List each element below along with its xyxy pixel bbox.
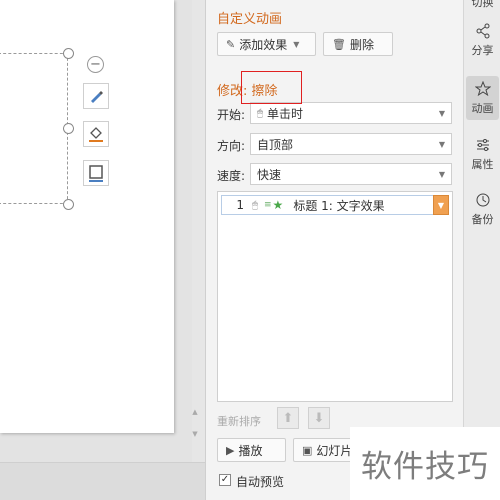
- play-icon: ▶: [226, 443, 235, 457]
- start-select[interactable]: 🖱 单击时 ▼: [250, 102, 452, 124]
- fill-color-button[interactable]: [83, 121, 109, 147]
- brush-style-button[interactable]: [83, 83, 109, 109]
- slideshow-button[interactable]: ▣ 幻灯片: [293, 438, 356, 462]
- direction-label: 方向:: [217, 139, 246, 153]
- text-effect-icon: ≡: [264, 200, 272, 210]
- collapse-minus-button[interactable]: −: [87, 56, 104, 73]
- highlight-annotation-box: [241, 71, 302, 104]
- arrow-up-icon: ⬆: [282, 410, 294, 426]
- speed-select[interactable]: 快速 ▼: [250, 163, 452, 185]
- start-label: 开始:: [217, 108, 246, 122]
- resize-handle-bottom-right[interactable]: [63, 199, 74, 210]
- scroll-up-icon[interactable]: ▲: [192, 408, 197, 416]
- panel-title: 自定义动画: [217, 12, 283, 27]
- history-icon: [475, 191, 491, 209]
- item-dropdown-button[interactable]: ▼: [433, 195, 449, 215]
- trash-icon: 🗑: [332, 37, 346, 51]
- reorder-label: 重新排序: [217, 415, 261, 428]
- rail-label: 分享: [471, 44, 494, 57]
- resize-handle-top-right[interactable]: [63, 48, 74, 59]
- speed-label: 速度:: [217, 169, 246, 183]
- slideshow-label: 幻灯片: [316, 443, 353, 458]
- slide-canvas-area: − ▲ ▼: [0, 0, 198, 462]
- direction-value: 自顶部: [257, 137, 294, 152]
- mouse-click-icon: 🖱: [257, 107, 263, 119]
- chevron-down-icon: ▼: [438, 140, 445, 149]
- rail-label: 属性: [471, 158, 494, 171]
- move-up-button[interactable]: ⬆: [277, 407, 299, 429]
- resize-handle-middle-right[interactable]: [63, 123, 74, 134]
- rail-item-properties[interactable]: 属性: [466, 136, 499, 172]
- slideshow-icon: ▣: [302, 443, 313, 457]
- speed-value: 快速: [257, 167, 282, 182]
- play-button[interactable]: ▶ 播放: [217, 438, 286, 462]
- sliders-icon: [475, 136, 491, 154]
- outline-frame-icon: [89, 165, 103, 182]
- direction-select[interactable]: 自顶部 ▼: [250, 133, 452, 155]
- slide[interactable]: −: [0, 0, 174, 433]
- animation-star-icon: [474, 80, 491, 98]
- play-label: 播放: [238, 443, 263, 458]
- chevron-down-icon: ▼: [293, 39, 300, 49]
- animation-list[interactable]: 1 🖱 ≡ ★ 标题 1: 文字效果 ▼: [217, 191, 453, 402]
- rail-label: 切换: [471, 0, 494, 9]
- rail-item-share[interactable]: 分享: [466, 22, 499, 58]
- autopreview-label: 自动预览: [236, 475, 285, 489]
- delete-button[interactable]: 🗑 删除: [323, 32, 393, 56]
- entrance-star-icon: ★: [272, 198, 284, 212]
- chevron-down-icon: ▼: [438, 109, 445, 118]
- animation-name: 标题 1: 文字效果: [293, 198, 385, 213]
- start-value: 单击时: [267, 106, 304, 121]
- share-icon: [475, 22, 491, 40]
- mouse-click-icon: 🖱: [252, 199, 258, 211]
- selected-object-outline[interactable]: [0, 53, 68, 204]
- add-effect-button[interactable]: ✎ 添加效果 ▼: [217, 32, 316, 56]
- pencil-icon: ✎: [226, 37, 236, 51]
- vertical-scroll-arrows[interactable]: ▲ ▼: [188, 408, 202, 438]
- rail-label: 动画: [471, 102, 494, 115]
- rail-item-transition[interactable]: 切换: [466, 0, 499, 10]
- chevron-down-icon: ▼: [438, 170, 445, 179]
- scroll-down-icon[interactable]: ▼: [192, 430, 197, 438]
- outline-style-button[interactable]: [83, 160, 109, 186]
- rail-label: 备份: [471, 213, 494, 226]
- add-effect-label: 添加效果: [239, 37, 288, 52]
- rail-item-backup[interactable]: 备份: [466, 191, 499, 227]
- autopreview-checkbox[interactable]: ✓: [219, 474, 231, 486]
- delete-label: 删除: [349, 37, 374, 52]
- move-down-button[interactable]: ⬇: [308, 407, 330, 429]
- list-item[interactable]: 1 🖱 ≡ ★ 标题 1: 文字效果 ▼: [221, 195, 449, 215]
- arrow-down-icon: ⬇: [313, 410, 325, 426]
- right-rail: 切换 分享 动画 属性 备份: [463, 0, 500, 500]
- fill-bucket-icon: [89, 127, 103, 142]
- rail-item-animation[interactable]: 动画: [466, 76, 499, 120]
- watermark: 软件技巧: [350, 427, 500, 500]
- animation-index: 1: [236, 198, 244, 212]
- brush-icon: [91, 91, 103, 103]
- status-bar: [0, 462, 205, 500]
